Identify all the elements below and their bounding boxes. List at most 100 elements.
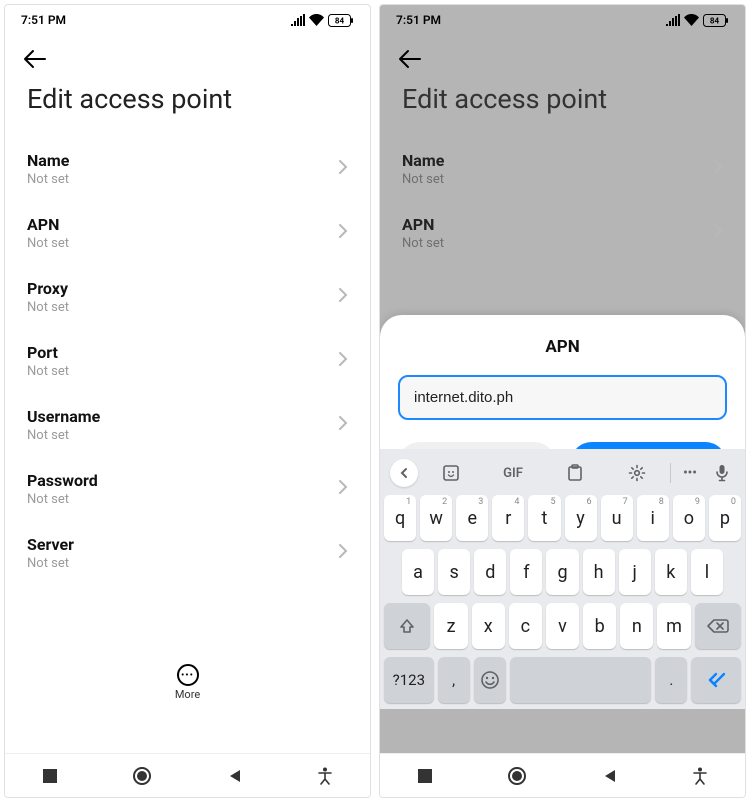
row-password[interactable]: PasswordNot set — [5, 457, 370, 521]
kb-separator — [670, 463, 671, 483]
more-button[interactable]: ••• More — [5, 664, 370, 701]
kb-more-icon[interactable]: ••• — [675, 466, 705, 481]
battery-icon: 84 — [703, 14, 729, 27]
chevron-right-icon — [338, 479, 348, 499]
nav-home-icon[interactable] — [507, 766, 527, 786]
kb-key-d[interactable]: d — [474, 549, 506, 595]
kb-key-e[interactable]: e3 — [456, 495, 488, 541]
chevron-right-icon — [338, 159, 348, 179]
kb-key-b[interactable]: b — [583, 603, 616, 649]
kb-key-y[interactable]: y6 — [565, 495, 597, 541]
row-sub: Not set — [27, 172, 69, 187]
row-name[interactable]: NameNot set — [5, 137, 370, 201]
signal-icon — [666, 14, 680, 26]
settings-list: NameNot set APNNot set ProxyNot set Port… — [5, 137, 370, 753]
kb-collapse-icon[interactable] — [390, 459, 418, 487]
kb-key-z[interactable]: z — [434, 603, 467, 649]
kb-shift-key[interactable] — [384, 603, 430, 649]
kb-row-1: q1w2e3r4t5y6u7i8o9p0 — [384, 495, 741, 541]
kb-key-h[interactable]: h — [583, 549, 615, 595]
kb-comma-key[interactable]: , — [438, 657, 470, 703]
kb-mic-icon[interactable] — [709, 464, 735, 482]
more-label: More — [175, 688, 200, 701]
status-bar: 7:51 PM 84 — [5, 5, 370, 35]
back-button[interactable] — [23, 49, 352, 69]
row-apn[interactable]: APNNot set — [380, 201, 745, 265]
kb-key-p[interactable]: p0 — [709, 495, 741, 541]
wifi-icon — [309, 14, 324, 26]
row-title: Server — [27, 535, 74, 554]
row-sub: Not set — [27, 428, 100, 443]
kb-key-x[interactable]: x — [472, 603, 505, 649]
chevron-right-icon — [338, 223, 348, 243]
kb-key-s[interactable]: s — [438, 549, 470, 595]
kb-key-r[interactable]: r4 — [492, 495, 524, 541]
page-title: Edit access point — [380, 77, 745, 137]
kb-symbols-key[interactable]: ?123 — [384, 657, 434, 703]
kb-key-c[interactable]: c — [509, 603, 542, 649]
android-navbar — [5, 753, 370, 797]
row-port[interactable]: PortNot set — [5, 329, 370, 393]
row-title: APN — [27, 215, 69, 234]
nav-recent-icon[interactable] — [42, 768, 58, 784]
nav-back-icon[interactable] — [227, 768, 243, 784]
row-sub: Not set — [402, 172, 444, 187]
chevron-right-icon — [338, 351, 348, 371]
kb-enter-key[interactable] — [691, 657, 741, 703]
kb-key-l[interactable]: l — [691, 549, 723, 595]
signal-icon — [291, 14, 305, 26]
kb-key-i[interactable]: i8 — [637, 495, 669, 541]
nav-accessibility-icon[interactable] — [692, 767, 708, 785]
kb-clipboard-icon[interactable] — [546, 464, 604, 482]
kb-gif-button[interactable]: GIF — [484, 466, 542, 481]
row-title: Proxy — [27, 279, 69, 298]
chevron-right-icon — [338, 415, 348, 435]
status-bar: 7:51 PM 84 — [380, 5, 745, 35]
row-apn[interactable]: APNNot set — [5, 201, 370, 265]
kb-row-3: zxcvbnm — [384, 603, 741, 649]
kb-key-m[interactable]: m — [657, 603, 690, 649]
page-title: Edit access point — [5, 77, 370, 137]
kb-key-o[interactable]: o9 — [673, 495, 705, 541]
kb-key-q[interactable]: q1 — [384, 495, 416, 541]
row-sub: Not set — [27, 556, 74, 571]
kb-emoji-key[interactable] — [474, 657, 506, 703]
phone-left: 7:51 PM 84 Edit access point NameNot set… — [4, 4, 371, 798]
row-sub: Not set — [27, 300, 69, 315]
kb-key-v[interactable]: v — [546, 603, 579, 649]
kb-key-f[interactable]: f — [510, 549, 542, 595]
kb-key-t[interactable]: t5 — [528, 495, 560, 541]
row-server[interactable]: Server Not set — [5, 521, 370, 585]
status-time: 7:51 PM — [21, 13, 66, 27]
wifi-icon — [684, 14, 699, 26]
kb-sticker-icon[interactable] — [422, 464, 480, 482]
row-sub: Not set — [27, 364, 69, 379]
kb-period-key[interactable]: . — [655, 657, 687, 703]
kb-key-a[interactable]: a — [402, 549, 434, 595]
kb-key-w[interactable]: w2 — [420, 495, 452, 541]
apn-input[interactable] — [398, 375, 727, 420]
kb-key-k[interactable]: k — [655, 549, 687, 595]
row-proxy[interactable]: Proxy Not set — [5, 265, 370, 329]
svg-text:84: 84 — [710, 16, 720, 25]
android-navbar — [380, 753, 745, 797]
kb-space-key[interactable] — [510, 657, 652, 703]
kb-key-n[interactable]: n — [620, 603, 653, 649]
kb-key-j[interactable]: j — [619, 549, 651, 595]
kb-key-u[interactable]: u7 — [601, 495, 633, 541]
kb-backspace-key[interactable] — [695, 603, 741, 649]
nav-accessibility-icon[interactable] — [317, 767, 333, 785]
keyboard-toolbar: GIF ••• — [384, 455, 741, 495]
row-username[interactable]: UsernameNot set — [5, 393, 370, 457]
nav-home-icon[interactable] — [132, 766, 152, 786]
nav-recent-icon[interactable] — [417, 768, 433, 784]
row-title: APN — [402, 215, 444, 234]
kb-key-g[interactable]: g — [546, 549, 578, 595]
kb-settings-icon[interactable] — [608, 464, 666, 482]
row-sub: Not set — [27, 492, 98, 507]
back-button[interactable] — [398, 49, 727, 69]
row-name[interactable]: NameNot set — [380, 137, 745, 201]
nav-back-icon[interactable] — [602, 768, 618, 784]
status-time: 7:51 PM — [396, 13, 441, 27]
chevron-right-icon — [338, 287, 348, 307]
